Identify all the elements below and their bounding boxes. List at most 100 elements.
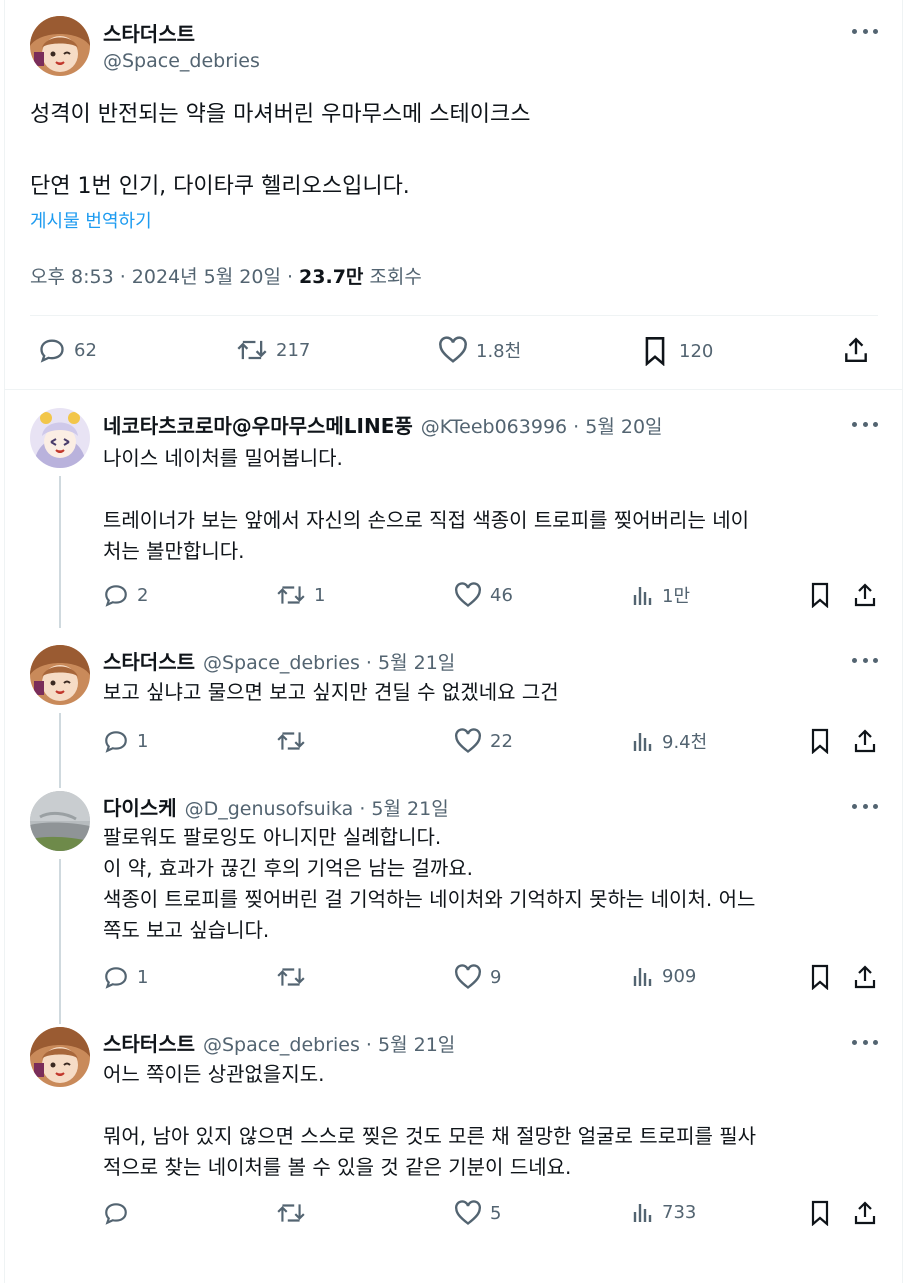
divider bbox=[30, 315, 878, 316]
tweet-text-line2: 단연 1번 인기, 다이타쿠 헬리오스입니다. bbox=[30, 174, 410, 199]
retweet-icon bbox=[277, 968, 305, 986]
views-icon bbox=[633, 1204, 652, 1222]
reply-count: 1 bbox=[137, 966, 149, 988]
author-handle[interactable]: @Space_debries bbox=[103, 50, 260, 72]
views-label: 조회수 bbox=[363, 266, 422, 288]
retweet-button[interactable]: 217 bbox=[236, 336, 310, 364]
avatar[interactable] bbox=[30, 16, 90, 76]
translate-link[interactable]: 게시물 번역하기 bbox=[30, 207, 152, 233]
reply-author-name[interactable]: 다이스케 bbox=[103, 792, 177, 821]
bookmark-icon bbox=[811, 1200, 829, 1226]
retweet-button[interactable] bbox=[276, 1200, 314, 1226]
bookmark-button[interactable] bbox=[809, 728, 831, 754]
avatar[interactable] bbox=[30, 645, 90, 705]
views-count: 9.4천 bbox=[662, 732, 708, 753]
reply-author-name[interactable]: 스타더스트 bbox=[103, 646, 195, 675]
reply-line: 어느 쪽이든 상관없을지도. bbox=[103, 1062, 325, 1086]
reply-header: 네코타츠코로마@우마무스메LINE풍 @KTeeb063996 · 5월 20일 bbox=[103, 410, 663, 439]
reply-line: 나이스 네이처를 밀어봅니다. bbox=[103, 446, 343, 470]
reply-icon bbox=[105, 731, 127, 753]
like-count: 9 bbox=[490, 966, 502, 988]
author-name[interactable]: 스타더스트 bbox=[103, 18, 195, 47]
reply-button[interactable]: 62 bbox=[38, 336, 97, 364]
avatar[interactable] bbox=[30, 408, 90, 468]
retweet-button[interactable]: 1 bbox=[276, 582, 325, 608]
views-button[interactable]: 9.4천 bbox=[632, 728, 707, 754]
like-count: 46 bbox=[490, 584, 513, 606]
reply-text: 보고 싶냐고 물으면 보고 싶지만 견딜 수 없겠네요 그건 bbox=[103, 677, 883, 708]
more-icon[interactable] bbox=[852, 420, 878, 428]
retweet-count: 1 bbox=[314, 584, 326, 606]
reply-line: 이 약, 효과가 끊긴 후의 기억은 남는 걸까요. bbox=[103, 856, 474, 880]
reply-line: 쪽도 보고 싶습니다. bbox=[103, 918, 270, 942]
reply-line: 보고 싶냐고 물으면 보고 싶지만 견딜 수 없겠네요 그건 bbox=[103, 680, 559, 704]
reply-icon bbox=[105, 1203, 127, 1225]
reply-icon bbox=[105, 967, 127, 989]
heart-icon bbox=[455, 1200, 481, 1225]
reply-button[interactable] bbox=[103, 1200, 137, 1226]
reply-spacer bbox=[103, 474, 883, 505]
views-button[interactable]: 909 bbox=[632, 964, 696, 988]
bookmark-icon bbox=[645, 337, 665, 366]
reply-header: 다이스케 @D_genusofsuika · 5월 21일 bbox=[103, 792, 449, 821]
more-icon[interactable] bbox=[852, 802, 878, 810]
reply-author-handle[interactable]: @D_genusofsuika · 5월 21일 bbox=[185, 794, 449, 821]
tweet-text-line1: 성격이 반전되는 약을 마셔버린 우마무스메 스테이크스 bbox=[30, 102, 531, 127]
bookmark-button[interactable] bbox=[809, 1200, 831, 1226]
views-icon bbox=[633, 968, 652, 986]
retweet-icon bbox=[237, 340, 267, 360]
reply-author-handle[interactable]: @Space_debries · 5월 21일 bbox=[203, 1030, 455, 1057]
thread-line bbox=[59, 476, 61, 628]
bookmark-count: 120 bbox=[679, 340, 714, 362]
reply-header: 스타터스트 @Space_debries · 5월 21일 bbox=[103, 1028, 455, 1057]
reply-line: 적으로 찾는 네이처를 볼 수 있을 것 같은 기분이 드네요. bbox=[103, 1155, 572, 1179]
reply-author-name[interactable]: 네코타츠코로마@우마무스메LINE풍 bbox=[103, 410, 413, 439]
bookmark-icon bbox=[811, 728, 829, 754]
views-count: 733 bbox=[662, 1201, 697, 1223]
like-button[interactable]: 5 bbox=[454, 1200, 501, 1226]
thread-line bbox=[59, 859, 61, 1024]
tweet-time[interactable]: 오후 8:53 · 2024년 5월 20일 · bbox=[30, 266, 299, 288]
like-button[interactable]: 46 bbox=[454, 582, 513, 608]
share-icon bbox=[854, 729, 876, 753]
bookmark-button[interactable] bbox=[809, 964, 831, 990]
heart-icon bbox=[455, 728, 481, 753]
reply-text: 팔로워도 팔로잉도 아니지만 실례합니다. 이 약, 효과가 끊긴 후의 기억은… bbox=[103, 822, 883, 946]
retweet-button[interactable] bbox=[276, 728, 314, 754]
like-button[interactable]: 1.8천 bbox=[438, 336, 521, 364]
bookmark-button[interactable] bbox=[809, 582, 831, 608]
share-button[interactable] bbox=[853, 728, 877, 754]
reply-line: 색종이 트로피를 찢어버린 걸 기억하는 네이처와 기억하지 못하는 네이처. … bbox=[103, 887, 756, 911]
reply-line: 팔로워도 팔로잉도 아니지만 실례합니다. bbox=[103, 825, 442, 849]
like-button[interactable]: 9 bbox=[454, 964, 501, 990]
retweet-button[interactable] bbox=[276, 964, 314, 990]
retweet-count: 217 bbox=[276, 339, 311, 361]
views-button[interactable]: 1만 bbox=[632, 582, 690, 608]
reply-icon bbox=[40, 339, 64, 363]
share-button[interactable] bbox=[853, 964, 877, 990]
reply-button[interactable]: 2 bbox=[103, 582, 148, 608]
reply-button[interactable]: 1 bbox=[103, 728, 148, 754]
tweet-meta: 오후 8:53 · 2024년 5월 20일 · 23.7만 조회수 bbox=[30, 262, 422, 289]
share-icon bbox=[854, 965, 876, 989]
more-icon[interactable] bbox=[852, 1038, 878, 1046]
views-button[interactable]: 733 bbox=[632, 1200, 696, 1224]
bookmark-button[interactable]: 120 bbox=[643, 336, 713, 366]
like-button[interactable]: 22 bbox=[454, 728, 513, 754]
reply-author-handle[interactable]: @Space_debries · 5월 21일 bbox=[203, 648, 455, 675]
bookmark-icon bbox=[811, 964, 829, 990]
reply-author-handle[interactable]: @KTeeb063996 · 5월 20일 bbox=[421, 412, 663, 439]
retweet-icon bbox=[277, 732, 305, 750]
reply-button[interactable]: 1 bbox=[103, 964, 148, 990]
retweet-icon bbox=[277, 586, 305, 604]
more-icon[interactable] bbox=[852, 27, 878, 35]
share-button[interactable] bbox=[843, 336, 869, 364]
avatar[interactable] bbox=[30, 791, 90, 851]
share-button[interactable] bbox=[853, 582, 877, 608]
share-button[interactable] bbox=[853, 1200, 877, 1226]
more-icon[interactable] bbox=[852, 656, 878, 664]
avatar[interactable] bbox=[30, 1027, 90, 1087]
reply-line: 트레이너가 보는 앞에서 자신의 손으로 직접 색종이 트로피를 찢어버리는 네… bbox=[103, 508, 750, 532]
reply-author-name[interactable]: 스타터스트 bbox=[103, 1028, 195, 1057]
reply-header: 스타더스트 @Space_debries · 5월 21일 bbox=[103, 646, 455, 675]
